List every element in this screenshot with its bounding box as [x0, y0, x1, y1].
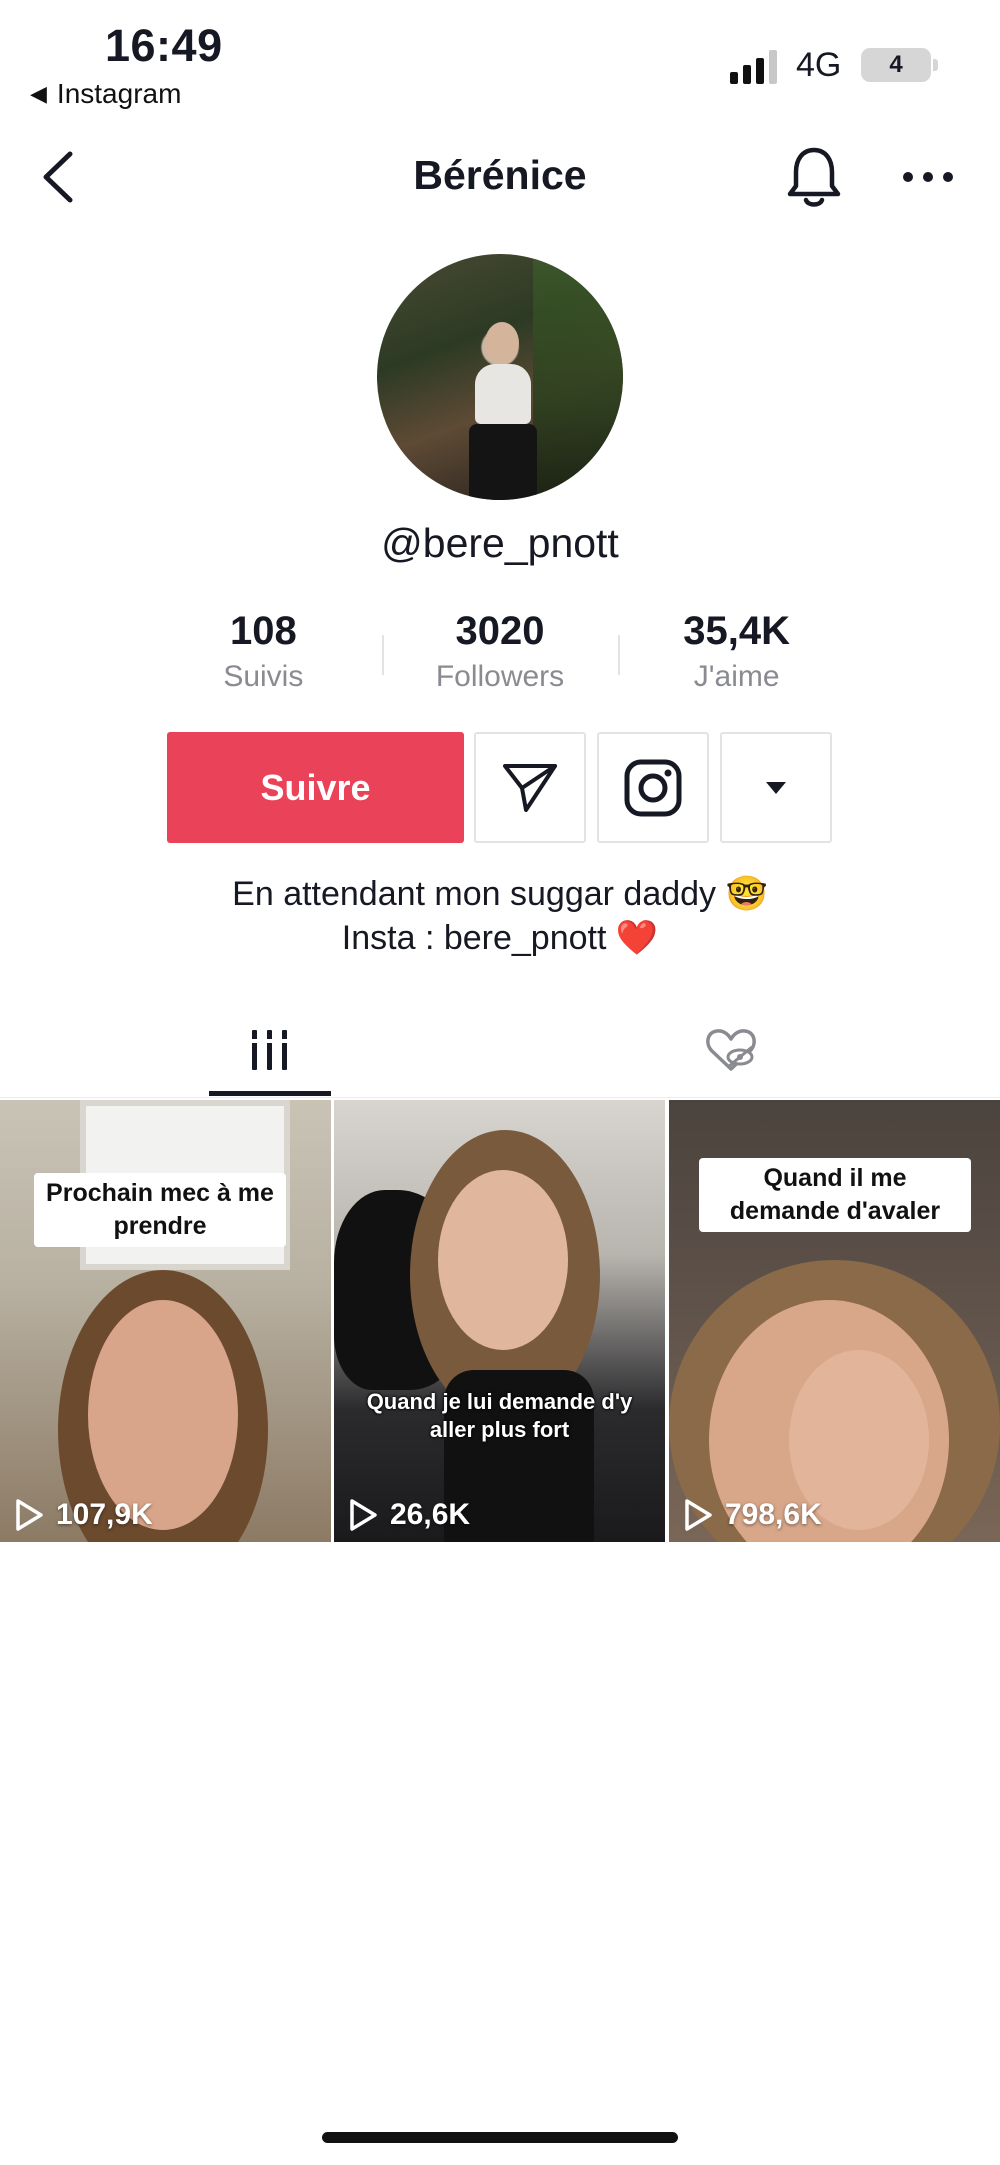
- back-app-label: Instagram: [56, 78, 182, 109]
- face: [88, 1300, 238, 1530]
- stats-row: 108 Suivis 3020 Followers 35,4K J'aime: [145, 605, 855, 700]
- page-title: Bérénice: [413, 152, 587, 198]
- video-views: 107,9K: [14, 1498, 153, 1532]
- stat-likes[interactable]: 35,4K J'aime: [618, 605, 855, 700]
- stat-followers-label: Followers: [435, 660, 565, 693]
- home-indicator: [322, 2132, 678, 2143]
- tab-liked-hidden[interactable]: [670, 1002, 792, 1098]
- back-to-app-link[interactable]: ◀ Instagram: [30, 78, 181, 110]
- avatar-bg-plants: [533, 254, 623, 500]
- caret-down-icon: [766, 781, 786, 794]
- more-options-icon[interactable]: [900, 163, 956, 191]
- tab-active-indicator: [209, 1091, 331, 1096]
- views-count: 26,6K: [390, 1498, 471, 1531]
- avatar-pants: [469, 424, 537, 500]
- views-count: 798,6K: [725, 1498, 822, 1531]
- stat-following-label: Suivis: [223, 660, 304, 693]
- instagram-icon: [624, 759, 682, 816]
- battery-nub: [933, 59, 938, 71]
- instagram-button[interactable]: [597, 732, 709, 843]
- battery-icon: 4: [861, 48, 931, 82]
- bio: En attendant mon suggar daddy 🤓 Insta : …: [0, 872, 1000, 960]
- video-caption: Quand je lui demande d'y aller plus fort: [366, 1389, 633, 1442]
- stat-following-value: 108: [229, 609, 297, 653]
- stat-followers-value: 3020: [455, 609, 545, 653]
- bio-line-2: Insta : bere_pnott ❤️: [341, 919, 659, 957]
- play-icon: [16, 1499, 43, 1531]
- status-time: 16:49: [105, 20, 223, 71]
- stat-followers[interactable]: 3020 Followers: [381, 605, 619, 700]
- network-type: 4G: [796, 46, 842, 84]
- video-tile[interactable]: Prochain mec à me prendre 107,9K: [0, 1100, 331, 1542]
- video-views: 798,6K: [683, 1498, 822, 1532]
- send-icon: [503, 763, 557, 812]
- avatar-head: [485, 322, 519, 364]
- tab-videos[interactable]: [209, 1002, 331, 1098]
- video-tile[interactable]: Quand il me demande d'avaler 798,6K: [669, 1100, 1000, 1542]
- profile-tabs: [0, 1002, 1000, 1098]
- signal-icon: [730, 50, 777, 84]
- video-caption: Quand il me demande d'avaler: [699, 1158, 971, 1232]
- stat-likes-value: 35,4K: [683, 609, 791, 653]
- battery-level: 4: [889, 51, 903, 78]
- play-icon: [685, 1499, 712, 1531]
- video-caption: Prochain mec à me prendre: [34, 1173, 286, 1247]
- heart-hidden-icon: [706, 1029, 756, 1071]
- views-count: 107,9K: [56, 1498, 153, 1531]
- stat-likes-label: J'aime: [693, 660, 780, 693]
- follow-button[interactable]: Suivre: [167, 732, 464, 843]
- avatar-shirt: [475, 364, 531, 424]
- play-icon: [350, 1499, 377, 1531]
- avatar[interactable]: [377, 254, 623, 500]
- more-dropdown-button[interactable]: [720, 732, 832, 843]
- bell-icon[interactable]: [786, 144, 842, 210]
- video-tile[interactable]: Quand je lui demande d'y aller plus fort…: [334, 1100, 665, 1542]
- back-triangle-icon: ◀: [30, 81, 47, 106]
- video-views: 26,6K: [348, 1498, 470, 1532]
- username: @bere_pnott: [381, 520, 619, 566]
- bio-line-1: En attendant mon suggar daddy 🤓: [232, 875, 768, 913]
- face: [438, 1170, 568, 1350]
- stat-following[interactable]: 108 Suivis: [145, 605, 382, 700]
- message-button[interactable]: [474, 732, 586, 843]
- video-grid: Prochain mec à me prendre 107,9K Quand j…: [0, 1100, 1000, 1542]
- grid-icon: [250, 1030, 290, 1070]
